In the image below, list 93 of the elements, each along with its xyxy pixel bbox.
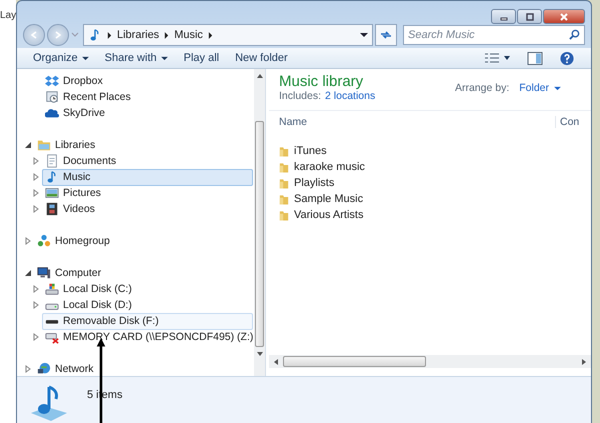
forward-button[interactable] xyxy=(47,24,69,46)
back-button[interactable] xyxy=(23,24,45,46)
document-icon xyxy=(45,154,59,168)
expand-arrow-icon[interactable] xyxy=(32,157,40,165)
locations-link[interactable]: 2 locations xyxy=(325,90,376,102)
nav-item[interactable]: Recent Places xyxy=(42,88,253,106)
nav-item[interactable]: SkyDrive xyxy=(42,104,253,122)
nav-item[interactable]: Videos xyxy=(42,200,253,218)
column-header[interactable]: Con xyxy=(556,116,580,128)
expand-arrow-icon[interactable] xyxy=(32,301,40,309)
nav-item[interactable]: Homegroup xyxy=(34,232,253,250)
toolbar-button[interactable]: New folder xyxy=(229,50,294,66)
breadcrumb[interactable]: Music xyxy=(174,29,203,41)
search-field[interactable]: Search Music xyxy=(403,25,585,45)
minimize-button[interactable] xyxy=(491,9,516,24)
disconnected-drive-icon xyxy=(45,330,59,344)
library-folder-icon xyxy=(37,138,51,152)
breadcrumb-arrow-icon[interactable] xyxy=(107,32,112,38)
file-row[interactable]: karaoke music xyxy=(279,159,591,175)
caret-icon xyxy=(82,56,89,60)
toolbar-button[interactable]: Organize xyxy=(27,50,95,66)
file-row[interactable]: Sample Music xyxy=(279,191,591,207)
nav-item[interactable]: Documents xyxy=(42,152,253,170)
toolbar-button[interactable]: Play all xyxy=(178,50,226,66)
folder-icon xyxy=(279,160,289,174)
scroll-down-icon[interactable] xyxy=(256,350,264,358)
picture-icon xyxy=(45,186,59,200)
network-icon xyxy=(37,362,51,376)
expand-arrow-icon[interactable] xyxy=(32,189,40,197)
scroll-thumb[interactable] xyxy=(283,356,426,367)
file-row[interactable]: Playlists xyxy=(279,175,591,191)
computer-icon xyxy=(37,266,51,280)
toolbar-button[interactable]: Share with xyxy=(98,50,174,66)
film-icon xyxy=(45,202,59,216)
help-icon xyxy=(559,50,575,66)
vertical-scrollbar[interactable] xyxy=(254,69,265,376)
nav-item[interactable]: Music xyxy=(42,168,253,186)
dropbox-icon xyxy=(45,74,59,88)
scroll-left-icon[interactable] xyxy=(272,358,280,366)
drive-icon xyxy=(45,282,59,296)
breadcrumb[interactable]: Libraries xyxy=(117,29,160,41)
file-row[interactable]: Various Artists xyxy=(279,207,591,223)
folder-icon xyxy=(279,192,289,206)
arrange-dropdown[interactable]: Folder xyxy=(519,82,561,94)
breadcrumb-arrow-icon[interactable] xyxy=(164,32,170,38)
collapse-arrow-icon[interactable] xyxy=(24,269,32,277)
maximize-button[interactable] xyxy=(517,9,542,24)
expand-arrow-icon[interactable] xyxy=(24,365,32,373)
nav-item[interactable]: Dropbox xyxy=(42,72,253,90)
collapse-arrow-icon[interactable] xyxy=(24,141,32,149)
expand-arrow-icon[interactable] xyxy=(32,173,40,181)
nav-item[interactable]: Local Disk (C:) xyxy=(42,280,253,298)
nav-item[interactable]: Computer xyxy=(34,264,253,282)
library-title: Music library xyxy=(279,73,364,90)
refresh-button[interactable] xyxy=(375,24,397,46)
folder-icon xyxy=(279,208,289,222)
breadcrumb-arrow-icon[interactable] xyxy=(208,32,213,38)
cloud-icon xyxy=(45,106,59,120)
details-view-icon xyxy=(485,52,511,64)
nav-item[interactable]: Pictures xyxy=(42,184,253,202)
music-library-icon xyxy=(29,383,69,423)
includes-label: Includes: xyxy=(279,90,322,102)
arrange-label: Arrange by: xyxy=(454,82,510,94)
address-bar[interactable]: Libraries Music xyxy=(83,24,373,46)
file-row[interactable]: iTunes xyxy=(279,143,591,159)
refresh-icon xyxy=(379,29,393,41)
scroll-right-icon[interactable] xyxy=(580,358,588,366)
caret-icon xyxy=(554,86,561,90)
document-text: Lay xyxy=(0,10,16,21)
restore-icon xyxy=(524,12,534,20)
nav-item[interactable]: Libraries xyxy=(34,136,253,154)
expand-arrow-icon[interactable] xyxy=(32,205,40,213)
horizontal-scrollbar[interactable] xyxy=(269,355,591,368)
search-icon xyxy=(569,29,580,40)
nav-item[interactable]: Local Disk (D:) xyxy=(42,296,253,314)
nav-item[interactable]: MEMORY CARD (\\EPSONCDF495) (Z:) xyxy=(42,328,254,346)
folder-icon xyxy=(279,144,289,158)
scroll-up-icon[interactable] xyxy=(256,72,264,80)
close-icon xyxy=(559,12,569,20)
caret-icon xyxy=(160,56,168,60)
nav-item[interactable]: Removable Disk (F:) xyxy=(42,312,253,330)
dropdown-caret-icon[interactable] xyxy=(360,32,368,38)
nav-item[interactable]: Network xyxy=(34,360,253,376)
folder-icon xyxy=(279,176,289,190)
recent-places-icon xyxy=(45,90,59,104)
expand-arrow-icon[interactable] xyxy=(24,237,32,245)
expand-arrow-icon[interactable] xyxy=(32,285,40,293)
close-button[interactable] xyxy=(543,9,585,24)
homegroup-icon xyxy=(37,234,51,248)
scroll-thumb[interactable] xyxy=(255,121,264,347)
expand-arrow-icon[interactable] xyxy=(32,333,40,341)
preview-pane-icon xyxy=(527,50,543,66)
column-header[interactable]: Name xyxy=(269,116,556,128)
